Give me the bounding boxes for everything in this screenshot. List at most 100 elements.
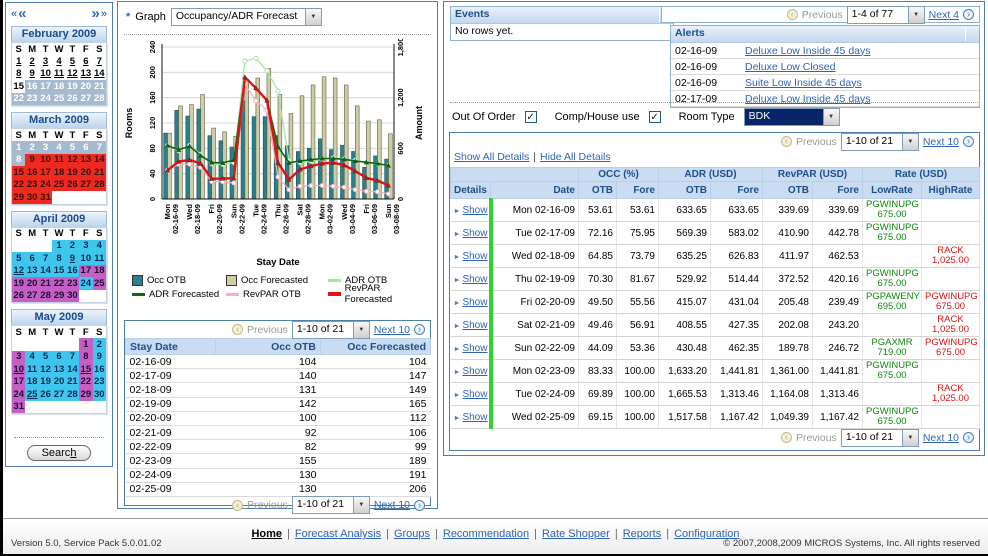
calendar-day[interactable]: 27 (25, 290, 38, 303)
calendar-day[interactable]: 13 (25, 265, 38, 278)
previous-page-icon[interactable]: ‹ (787, 9, 798, 20)
next-months-icon[interactable]: » (92, 7, 100, 21)
next-page-icon[interactable]: › (963, 432, 974, 443)
calendar-day[interactable]: 22 (52, 277, 65, 290)
calendar-day[interactable]: 5 (66, 141, 79, 154)
calendar-day[interactable]: 13 (79, 68, 92, 81)
calendar-day[interactable]: 10 (12, 363, 26, 376)
calendar-day[interactable]: 21 (66, 376, 79, 389)
calendar-day[interactable]: 1 (52, 240, 65, 253)
calendar-day[interactable]: 21 (93, 166, 107, 179)
next-page-icon[interactable]: › (414, 500, 425, 511)
calendar-day[interactable]: 7 (93, 141, 107, 154)
next-page-link[interactable]: Next 10 (374, 324, 410, 336)
calendar-day[interactable]: 22 (12, 93, 26, 106)
search-button[interactable]: Search (27, 445, 92, 461)
dropdown-arrow-icon[interactable]: ▼ (353, 497, 369, 513)
calendar-day[interactable]: 3 (79, 240, 92, 253)
dropdown-arrow-icon[interactable]: ▼ (902, 134, 918, 150)
calendar-day[interactable]: 15 (12, 166, 26, 179)
show-details-link[interactable]: Show (462, 343, 487, 354)
footer-link-recommendation[interactable]: Recommendation (443, 528, 529, 540)
calendar-day[interactable]: 30 (25, 191, 38, 204)
prev-year-icon[interactable]: « (11, 7, 17, 21)
previous-label[interactable]: Previous (247, 499, 288, 511)
calendar-day[interactable]: 27 (79, 93, 92, 106)
calendar-day[interactable]: 30 (66, 290, 79, 303)
calendar-day[interactable]: 14 (66, 363, 79, 376)
column-header[interactable]: Fore (813, 182, 863, 199)
previous-label[interactable]: Previous (247, 324, 288, 336)
show-details-link[interactable]: Show (462, 320, 487, 331)
calendar-day[interactable]: 7 (66, 351, 79, 364)
calendar-day[interactable]: 30 (93, 388, 107, 401)
calendar-day[interactable]: 25 (52, 93, 65, 106)
next-page-link[interactable]: Next 10 (923, 136, 959, 148)
calendar-day[interactable]: 25 (25, 388, 38, 401)
calendar-day[interactable]: 23 (66, 277, 79, 290)
footer-link-home[interactable]: Home (251, 528, 282, 540)
previous-page-icon[interactable]: ‹ (232, 324, 243, 335)
show-details-link[interactable]: Show (462, 389, 487, 400)
calendar-day[interactable]: 14 (93, 154, 107, 167)
calendar-day[interactable]: 28 (39, 290, 52, 303)
calendar-day[interactable]: 12 (39, 363, 52, 376)
calendar-day[interactable]: 17 (39, 80, 52, 93)
calendar-day[interactable]: 18 (52, 80, 65, 93)
calendar-day[interactable]: 11 (52, 68, 65, 81)
calendar-day[interactable]: 9 (25, 68, 38, 81)
calendar-day[interactable]: 9 (25, 154, 38, 167)
previous-label[interactable]: Previous (796, 432, 837, 444)
calendar-day[interactable]: 28 (66, 388, 79, 401)
next-page-link[interactable]: Next 10 (374, 499, 410, 511)
calendar-day[interactable]: 12 (12, 265, 26, 278)
calendar-day[interactable]: 29 (12, 191, 26, 204)
column-header[interactable]: LowRate (863, 182, 922, 199)
calendar-day[interactable]: 8 (12, 68, 26, 81)
show-details-link[interactable]: Show (462, 274, 487, 285)
footer-link-rate-shopper[interactable]: Rate Shopper (542, 528, 610, 540)
column-header[interactable]: OTB (579, 182, 617, 199)
calendar-day[interactable]: 17 (79, 265, 92, 278)
room-type-control[interactable]: BDK▼ (744, 108, 840, 126)
calendar-day[interactable]: 15 (79, 363, 92, 376)
calendar-day[interactable]: 24 (12, 388, 26, 401)
calendar-day[interactable]: 7 (39, 252, 52, 265)
page-range-select[interactable]: 1-4 of 77▼ (847, 6, 925, 24)
calendar-day[interactable]: 23 (25, 93, 38, 106)
alert-link[interactable]: Suite Low Inside 45 days (745, 77, 862, 89)
calendar-day[interactable]: 16 (93, 363, 107, 376)
calendar-day[interactable]: 7 (93, 55, 107, 68)
hide-all-details-link[interactable]: Hide All Details (540, 151, 611, 163)
next-page-link[interactable]: Next 4 (929, 9, 959, 21)
column-header[interactable]: Occ OTB (216, 339, 321, 355)
show-all-details-link[interactable]: Show All Details (454, 151, 529, 163)
column-header[interactable]: Occ Forecasted (321, 339, 431, 355)
calendar-day[interactable]: 1 (12, 55, 26, 68)
calendar-day[interactable]: 6 (52, 351, 65, 364)
page-range-select[interactable]: 1-10 of 21▼ (292, 321, 370, 339)
calendar-day[interactable]: 15 (52, 265, 65, 278)
calendar-day[interactable]: 4 (52, 141, 65, 154)
page-range-select[interactable]: 1-10 of 21▼ (841, 133, 919, 151)
calendar-day[interactable]: 5 (12, 252, 26, 265)
calendar-day[interactable]: 11 (52, 154, 65, 167)
calendar-day[interactable]: 14 (93, 68, 107, 81)
calendar-day[interactable]: 31 (12, 401, 26, 414)
calendar-day[interactable]: 3 (12, 351, 26, 364)
calendar-day[interactable]: 26 (39, 388, 52, 401)
calendar-day[interactable]: 9 (93, 351, 107, 364)
calendar-day[interactable]: 29 (79, 388, 92, 401)
show-details-link[interactable]: Show (462, 251, 487, 262)
show-details-link[interactable]: Show (462, 297, 487, 308)
calendar-day[interactable]: 19 (12, 277, 26, 290)
calendar-day[interactable]: 31 (39, 191, 52, 204)
previous-page-icon[interactable]: ‹ (232, 500, 243, 511)
previous-label[interactable]: Previous (802, 9, 843, 21)
calendar-day[interactable]: 13 (52, 363, 65, 376)
calendar-day[interactable]: 19 (66, 166, 79, 179)
calendar-day[interactable]: 10 (39, 154, 52, 167)
calendar-day[interactable]: 8 (79, 351, 92, 364)
column-header[interactable]: Details (451, 182, 491, 199)
calendar-day[interactable]: 9 (66, 252, 79, 265)
